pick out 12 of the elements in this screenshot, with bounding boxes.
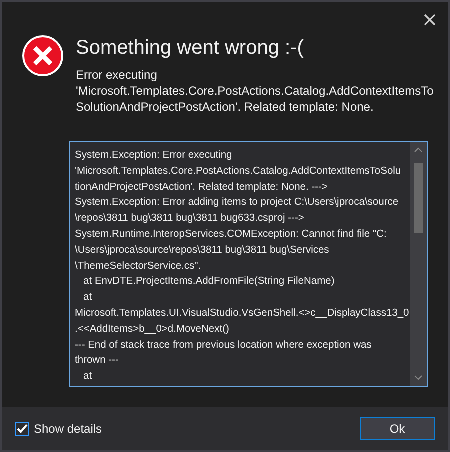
scrollbar[interactable]: [410, 142, 427, 386]
dialog-title: Something went wrong :-(: [76, 36, 305, 60]
details-text: System.Exception: Error executing 'Microsoft.Templates.Core.PostActions.Catalog.AddContextItemsToSolu tionAndProjectPostAction'. Related template: None. ---> System.Exception: Error adding items to project C:\Users\jproca\source \repos\3811 bug\3811 bug\3811 bug633.csproj ---> System.Runtime.InteropServices.COMException: Cannot find file "C: \Users\jproca\source\repos\3811 bug\3811 bug\Services \ThemeSelectorService.cs". at EnvDTE.ProjectItems.AddFromFile(String FileName) at Microsoft.Templates.UI.VisualStudio.VsGenShell.<>c__DisplayClass13_0 .<<AddItems>b__0>d.MoveNext() --- End of stack trace from previous location where exception was thrown --- at: [74, 149, 410, 384]
scrollbar-thumb[interactable]: [414, 163, 423, 233]
error-icon: [22, 35, 64, 77]
show-details-checkbox[interactable]: [15, 422, 29, 436]
close-icon[interactable]: [424, 14, 436, 26]
scroll-down-icon[interactable]: [414, 375, 423, 381]
show-details-label: Show details: [34, 422, 102, 436]
scroll-up-icon[interactable]: [414, 147, 423, 153]
error-message: Error executing 'Microsoft.Templates.Core.PostActions.Catalog.AddContextItemsTo SolutionAndProjectPostAction'. Related template: None.: [76, 67, 434, 115]
ok-button[interactable]: Ok: [360, 417, 435, 440]
